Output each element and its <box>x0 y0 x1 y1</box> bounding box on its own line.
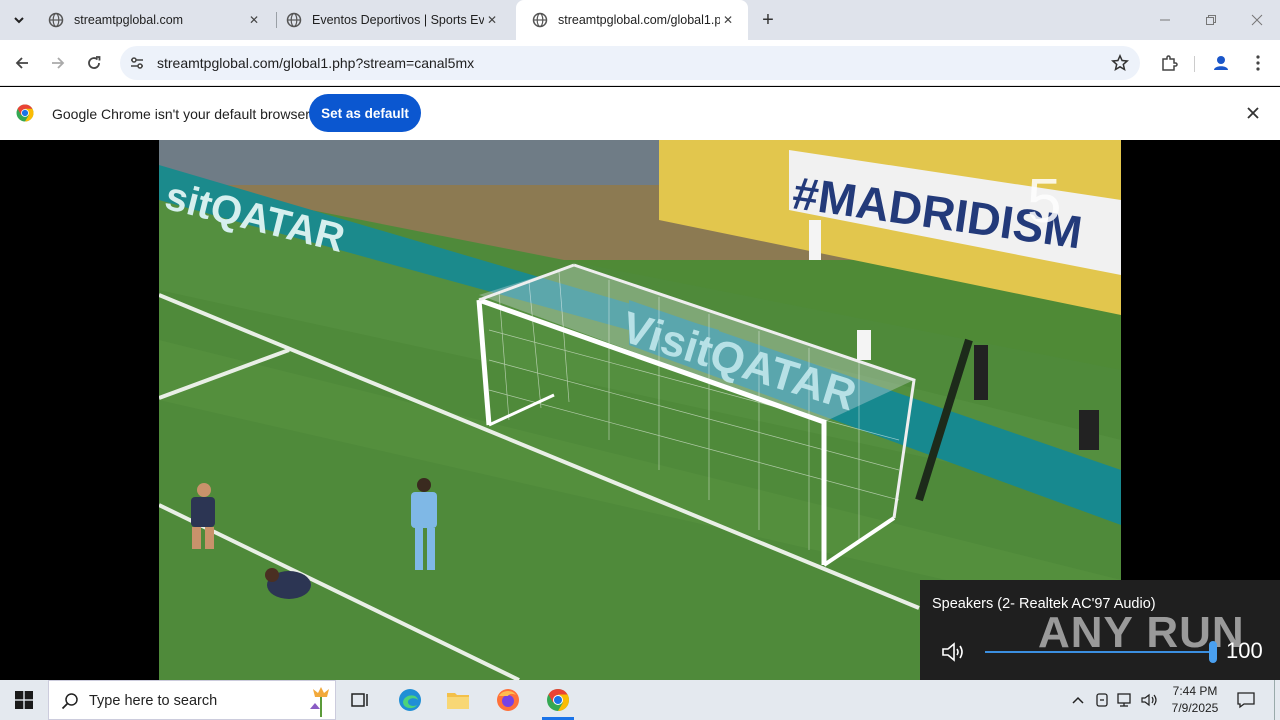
channel-logo: 5 <box>1027 167 1061 236</box>
edge-taskbar-button[interactable] <box>386 680 434 720</box>
network-icon <box>1117 693 1131 707</box>
clock-date: 7/9/2025 <box>1171 701 1219 715</box>
taskbar-search-box[interactable]: Type here to search <box>48 680 336 720</box>
tab-strip: streamtpglobal.com ✕ Eventos Deportivos … <box>0 0 1280 40</box>
firefox-icon <box>497 689 519 711</box>
search-placeholder: Type here to search <box>89 693 218 709</box>
globe-icon <box>286 12 302 28</box>
tab-3-active[interactable]: streamtpglobal.com/global1.ph ✕ <box>516 0 748 40</box>
file-explorer-button[interactable] <box>434 680 482 720</box>
show-desktop-button[interactable] <box>1274 680 1275 720</box>
reload-icon <box>88 56 101 69</box>
windows-logo-icon <box>15 691 33 709</box>
toolbar-divider <box>1194 56 1195 72</box>
start-button[interactable] <box>0 680 48 720</box>
speaker-icon[interactable] <box>940 640 968 664</box>
folder-icon <box>447 693 469 709</box>
volume-slider-track[interactable] <box>985 651 1213 653</box>
show-hidden-icons-button[interactable] <box>1068 690 1088 710</box>
chevron-up-icon <box>1072 696 1084 704</box>
default-browser-infobar: Google Chrome isn't your default browser… <box>0 87 1280 140</box>
browser-toolbar: streamtpglobal.com/global1.php?stream=ca… <box>0 40 1280 86</box>
tab-title: streamtpglobal.com <box>74 13 184 27</box>
infobar-message: Google Chrome isn't your default browser <box>52 106 310 122</box>
task-view-button[interactable] <box>336 680 384 720</box>
arrow-right-icon <box>52 57 65 69</box>
volume-flyout: Speakers (2- Realtek AC'97 Audio) ANY RU… <box>920 580 1280 680</box>
volume-tray-button[interactable] <box>1140 690 1160 710</box>
restore-icon <box>1206 15 1216 25</box>
restore-button[interactable] <box>1188 0 1234 40</box>
chrome-logo-icon <box>16 104 34 122</box>
volume-slider-thumb[interactable] <box>1209 641 1217 663</box>
close-tab-icon[interactable]: ✕ <box>484 12 500 28</box>
tulip-decoration-icon <box>310 687 329 717</box>
profile-icon <box>1214 56 1228 70</box>
tab-2[interactable]: Eventos Deportivos | Sports Eve ✕ <box>270 0 512 40</box>
puzzle-icon <box>1162 55 1178 71</box>
address-bar[interactable]: streamtpglobal.com/global1.php?stream=ca… <box>120 46 1140 80</box>
back-button[interactable] <box>8 49 36 77</box>
system-clock[interactable]: 7:44 PM 7/9/2025 <box>1166 683 1224 717</box>
device-icon <box>1096 693 1108 707</box>
task-view-icon <box>351 693 368 707</box>
close-window-button[interactable] <box>1234 0 1280 40</box>
forward-button[interactable] <box>44 49 72 77</box>
new-tab-button[interactable]: + <box>756 8 780 32</box>
clock-time: 7:44 PM <box>1172 684 1218 698</box>
tab-title: Eventos Deportivos | Sports Eve <box>312 13 484 27</box>
globe-icon <box>532 12 548 28</box>
extensions-button[interactable] <box>1155 49 1183 77</box>
site-info-icon[interactable] <box>128 54 146 72</box>
globe-icon <box>48 12 64 28</box>
minimize-icon <box>1160 19 1170 21</box>
close-icon <box>1247 107 1259 119</box>
close-icon <box>1251 14 1263 26</box>
edge-icon <box>399 689 421 711</box>
close-infobar-button[interactable] <box>1243 103 1263 123</box>
close-tab-icon[interactable]: ✕ <box>720 12 736 28</box>
bookmark-star-icon[interactable] <box>1110 53 1130 73</box>
chrome-icon <box>547 689 569 711</box>
chrome-taskbar-button[interactable] <box>534 680 582 720</box>
profile-button[interactable] <box>1207 49 1235 77</box>
taskbar: Type here to search 7:44 PM 7/9/2025 <box>0 680 1280 720</box>
tab-1[interactable]: streamtpglobal.com ✕ <box>32 0 274 40</box>
tab-search-button[interactable] <box>6 7 32 33</box>
chevron-down-icon <box>14 17 24 24</box>
firefox-taskbar-button[interactable] <box>484 680 532 720</box>
arrow-left-icon <box>15 57 28 69</box>
tab-title: streamtpglobal.com/global1.ph <box>558 13 720 27</box>
volume-value: 100 <box>1226 638 1263 663</box>
url-text: streamtpglobal.com/global1.php?stream=ca… <box>157 55 475 71</box>
volume-icon <box>1141 693 1157 707</box>
minimize-button[interactable] <box>1142 0 1188 40</box>
close-tab-icon[interactable]: ✕ <box>246 12 262 28</box>
menu-button[interactable] <box>1244 49 1272 77</box>
device-tray-button[interactable] <box>1092 690 1112 710</box>
kebab-menu-icon <box>1256 55 1260 71</box>
search-icon <box>61 693 78 710</box>
notification-center-button[interactable] <box>1234 688 1258 712</box>
notification-icon <box>1237 692 1255 709</box>
reload-button[interactable] <box>80 49 108 77</box>
set-as-default-button[interactable]: Set as default <box>309 94 421 132</box>
network-tray-button[interactable] <box>1116 690 1136 710</box>
